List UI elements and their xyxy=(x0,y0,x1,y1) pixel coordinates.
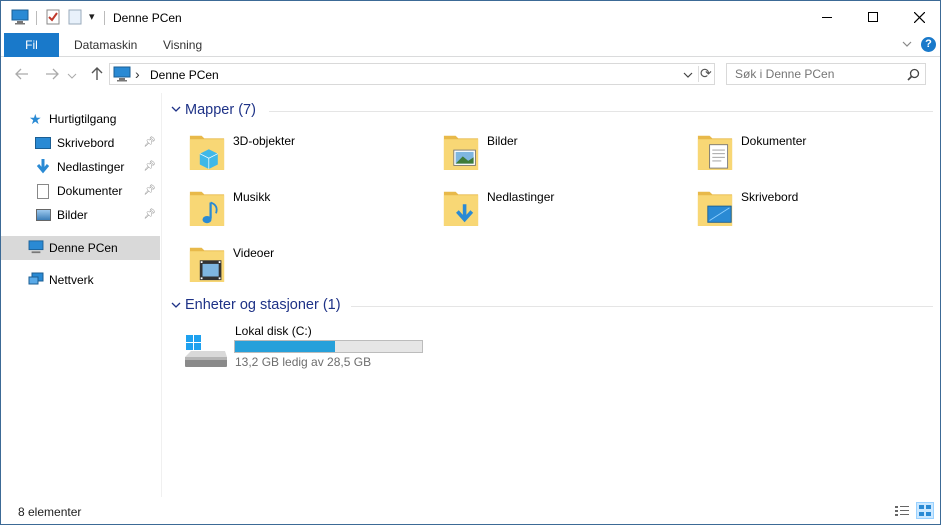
search-input[interactable] xyxy=(727,64,902,84)
folder-label: Bilder xyxy=(487,134,518,148)
maximize-button[interactable] xyxy=(850,1,896,33)
back-button[interactable] xyxy=(11,63,33,85)
document-icon xyxy=(37,183,49,199)
sidebar-item-pictures[interactable]: Bilder 📌︎ xyxy=(1,203,160,227)
folder-label: Skrivebord xyxy=(741,190,799,204)
folder-music[interactable]: Musikk xyxy=(189,185,439,235)
address-bar[interactable]: › Denne PCen ⟳ xyxy=(109,63,715,85)
folder-icon xyxy=(697,135,733,170)
folder-desktop[interactable]: Skrivebord xyxy=(697,185,940,235)
computer-icon xyxy=(28,239,44,257)
folder-icon xyxy=(697,191,733,226)
folder-label: Nedlastinger xyxy=(487,190,555,204)
forward-button[interactable] xyxy=(41,63,63,85)
pin-icon: 📌︎ xyxy=(143,161,156,172)
ribbon: Fil Datamaskin Visning ? xyxy=(1,33,940,57)
folder-3d-objects[interactable]: 3D-objekter xyxy=(189,129,439,179)
close-button[interactable] xyxy=(896,1,940,33)
sidebar-item-network[interactable]: Nettverk xyxy=(1,268,160,292)
folder-icon xyxy=(189,135,225,170)
sidebar-item-documents[interactable]: Dokumenter 📌︎ xyxy=(1,179,160,203)
navigation-pane: ★ Hurtigtilgang Skrivebord 📌︎ Nedlasting… xyxy=(1,93,162,497)
pictures-icon xyxy=(36,209,51,221)
breadcrumb-chevron-icon[interactable]: › xyxy=(135,66,140,82)
folder-label: Videoer xyxy=(233,246,275,260)
folder-icon xyxy=(443,135,479,170)
star-icon: ★ xyxy=(29,110,42,127)
search-box[interactable] xyxy=(726,63,926,85)
pin-icon: 📌︎ xyxy=(143,209,156,220)
title-bar: ▾ Denne PCen xyxy=(1,1,940,33)
folder-label: Musikk xyxy=(233,190,271,204)
folder-icon xyxy=(189,191,225,226)
folder-downloads[interactable]: Nedlastinger xyxy=(443,185,693,235)
computer-icon xyxy=(113,66,131,82)
new-folder-icon[interactable] xyxy=(67,9,83,25)
address-dropdown-icon[interactable] xyxy=(682,69,694,81)
refresh-icon[interactable]: ⟳ xyxy=(700,65,712,82)
item-count: 8 elementer xyxy=(18,505,82,519)
recent-dropdown-button[interactable] xyxy=(67,70,77,80)
chevron-down-icon xyxy=(171,302,181,308)
explorer-window: ▾ Denne PCen Fil Datamaskin Visning ? › … xyxy=(0,0,941,525)
minimize-icon xyxy=(822,16,832,18)
group-toggle-folders[interactable] xyxy=(170,103,182,115)
sidebar-item-quick-access[interactable]: ★ Hurtigtilgang xyxy=(1,107,160,131)
minimize-button[interactable] xyxy=(804,1,850,33)
tab-visning[interactable]: Visning xyxy=(163,33,202,57)
sidebar-item-downloads[interactable]: Nedlastinger 📌︎ xyxy=(1,155,160,179)
folder-icon xyxy=(189,247,225,282)
desktop-icon xyxy=(35,137,51,149)
folder-icon xyxy=(443,191,479,226)
pin-icon: 📌︎ xyxy=(143,185,156,196)
folder-label: Dokumenter xyxy=(741,134,807,148)
qat-dropdown-icon[interactable]: ▾ xyxy=(89,10,95,23)
tab-fil[interactable]: Fil xyxy=(4,33,59,57)
help-icon[interactable]: ? xyxy=(921,37,936,52)
drive-free-space: 13,2 GB ledig av 28,5 GB xyxy=(235,355,372,369)
group-header-devices[interactable]: Enheter og stasjoner (1) xyxy=(185,297,341,313)
drive-usage-fill xyxy=(235,341,336,352)
maximize-icon xyxy=(868,12,878,22)
sidebar-item-desktop[interactable]: Skrivebord 📌︎ xyxy=(1,131,160,155)
status-bar: 8 elementer xyxy=(1,499,940,524)
sidebar-item-this-pc[interactable]: Denne PCen xyxy=(1,236,160,260)
ribbon-expand-icon[interactable] xyxy=(901,38,913,50)
arrow-up-icon xyxy=(91,67,103,80)
network-icon xyxy=(28,272,44,289)
breadcrumb-this-pc[interactable]: Denne PCen xyxy=(150,68,219,82)
arrow-right-icon xyxy=(46,68,59,80)
folder-videos[interactable]: Videoer xyxy=(189,241,439,291)
details-view-icon[interactable] xyxy=(894,504,910,518)
window-title: Denne PCen xyxy=(113,11,182,25)
download-icon xyxy=(35,158,51,177)
folder-documents[interactable]: Dokumenter xyxy=(697,129,940,179)
group-toggle-devices[interactable] xyxy=(170,299,182,311)
search-icon[interactable] xyxy=(907,68,920,81)
folder-pictures[interactable]: Bilder xyxy=(443,129,693,179)
up-button[interactable] xyxy=(86,63,108,85)
tab-datamaskin[interactable]: Datamaskin xyxy=(74,33,137,57)
folder-label: 3D-objekter xyxy=(233,134,296,148)
drive-usage-bar xyxy=(234,340,423,353)
drive-icon xyxy=(183,333,229,369)
arrow-left-icon xyxy=(15,68,28,80)
group-header-folders[interactable]: Mapper (7) xyxy=(185,102,256,118)
computer-icon xyxy=(11,9,29,25)
large-icons-view-icon[interactable] xyxy=(916,502,934,519)
drive-tile-c[interactable]: Lokal disk (C:) 13,2 GB ledig av 28,5 GB xyxy=(183,323,433,373)
pin-icon: 📌︎ xyxy=(143,137,156,148)
close-icon xyxy=(913,11,925,23)
drive-name: Lokal disk (C:) xyxy=(235,324,312,338)
properties-icon[interactable] xyxy=(45,9,61,25)
chevron-down-icon xyxy=(171,106,181,112)
